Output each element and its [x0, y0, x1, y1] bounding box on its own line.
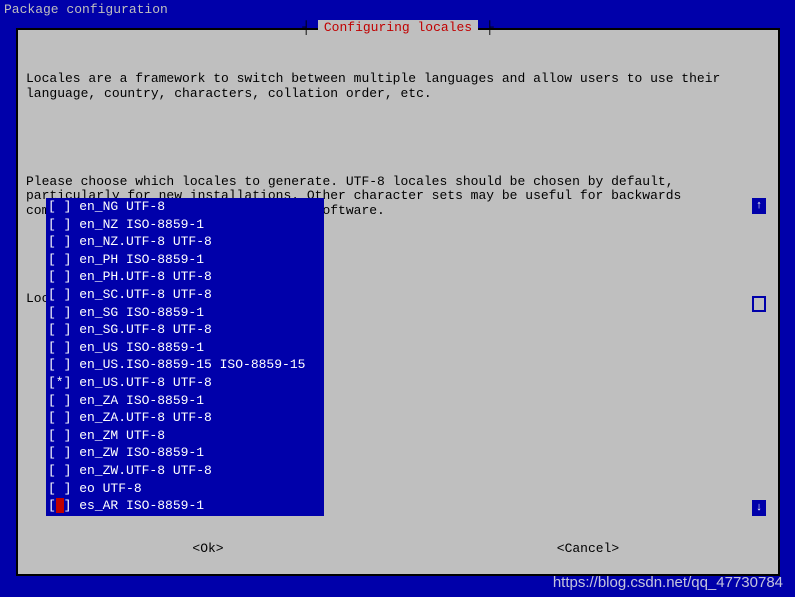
locale-item[interactable]: [ ] es_AR ISO-8859-1 — [46, 497, 324, 515]
button-row: <Ok> <Cancel> — [18, 541, 778, 556]
dialog-para1: Locales are a framework to switch betwee… — [26, 72, 770, 102]
cancel-button[interactable]: <Cancel> — [398, 541, 778, 556]
locale-item[interactable]: [ ] en_NZ.UTF-8 UTF-8 — [46, 233, 324, 251]
locale-item[interactable]: [ ] en_SC.UTF-8 UTF-8 — [46, 286, 324, 304]
dialog-title-wrap: ┤ Configuring locales ├ — [18, 20, 778, 35]
dialog-title: Configuring locales — [318, 20, 478, 35]
ok-button[interactable]: <Ok> — [18, 541, 398, 556]
locale-item[interactable]: [ ] en_US.ISO-8859-15 ISO-8859-15 — [46, 356, 324, 374]
locale-item[interactable]: [ ] en_ZM UTF-8 — [46, 427, 324, 445]
locale-item[interactable]: [ ] eo UTF-8 — [46, 480, 324, 498]
locale-item[interactable]: [*] en_US.UTF-8 UTF-8 — [46, 374, 324, 392]
page-header: Package configuration — [0, 0, 795, 19]
locale-item[interactable]: [ ] en_ZW ISO-8859-1 — [46, 444, 324, 462]
dialog-box: ┤ Configuring locales ├ Locales are a fr… — [16, 28, 780, 576]
locale-item[interactable]: [ ] en_US ISO-8859-1 — [46, 339, 324, 357]
scroll-thumb[interactable] — [752, 296, 766, 312]
watermark: https://blog.csdn.net/qq_47730784 — [553, 574, 783, 591]
scroll-down-icon[interactable]: ↓ — [752, 500, 766, 516]
scroll-up-icon[interactable]: ↑ — [752, 198, 766, 214]
border-left: ┤ — [302, 20, 318, 35]
locale-item[interactable]: [ ] en_PH ISO-8859-1 — [46, 251, 324, 269]
locale-item[interactable]: [ ] en_ZA ISO-8859-1 — [46, 392, 324, 410]
locale-item[interactable]: [ ] en_ZW.UTF-8 UTF-8 — [46, 462, 324, 480]
locale-item[interactable]: [ ] en_NG UTF-8 — [46, 198, 324, 216]
locale-item[interactable]: [ ] en_PH.UTF-8 UTF-8 — [46, 268, 324, 286]
border-right: ├ — [478, 20, 494, 35]
locale-item[interactable]: [ ] en_NZ ISO-8859-1 — [46, 216, 324, 234]
locale-listbox[interactable]: [ ] en_NG UTF-8[ ] en_NZ ISO-8859-1[ ] e… — [46, 198, 324, 516]
locale-item[interactable]: [ ] en_SG ISO-8859-1 — [46, 304, 324, 322]
locale-item[interactable]: [ ] en_ZA.UTF-8 UTF-8 — [46, 409, 324, 427]
locale-item[interactable]: [ ] en_SG.UTF-8 UTF-8 — [46, 321, 324, 339]
